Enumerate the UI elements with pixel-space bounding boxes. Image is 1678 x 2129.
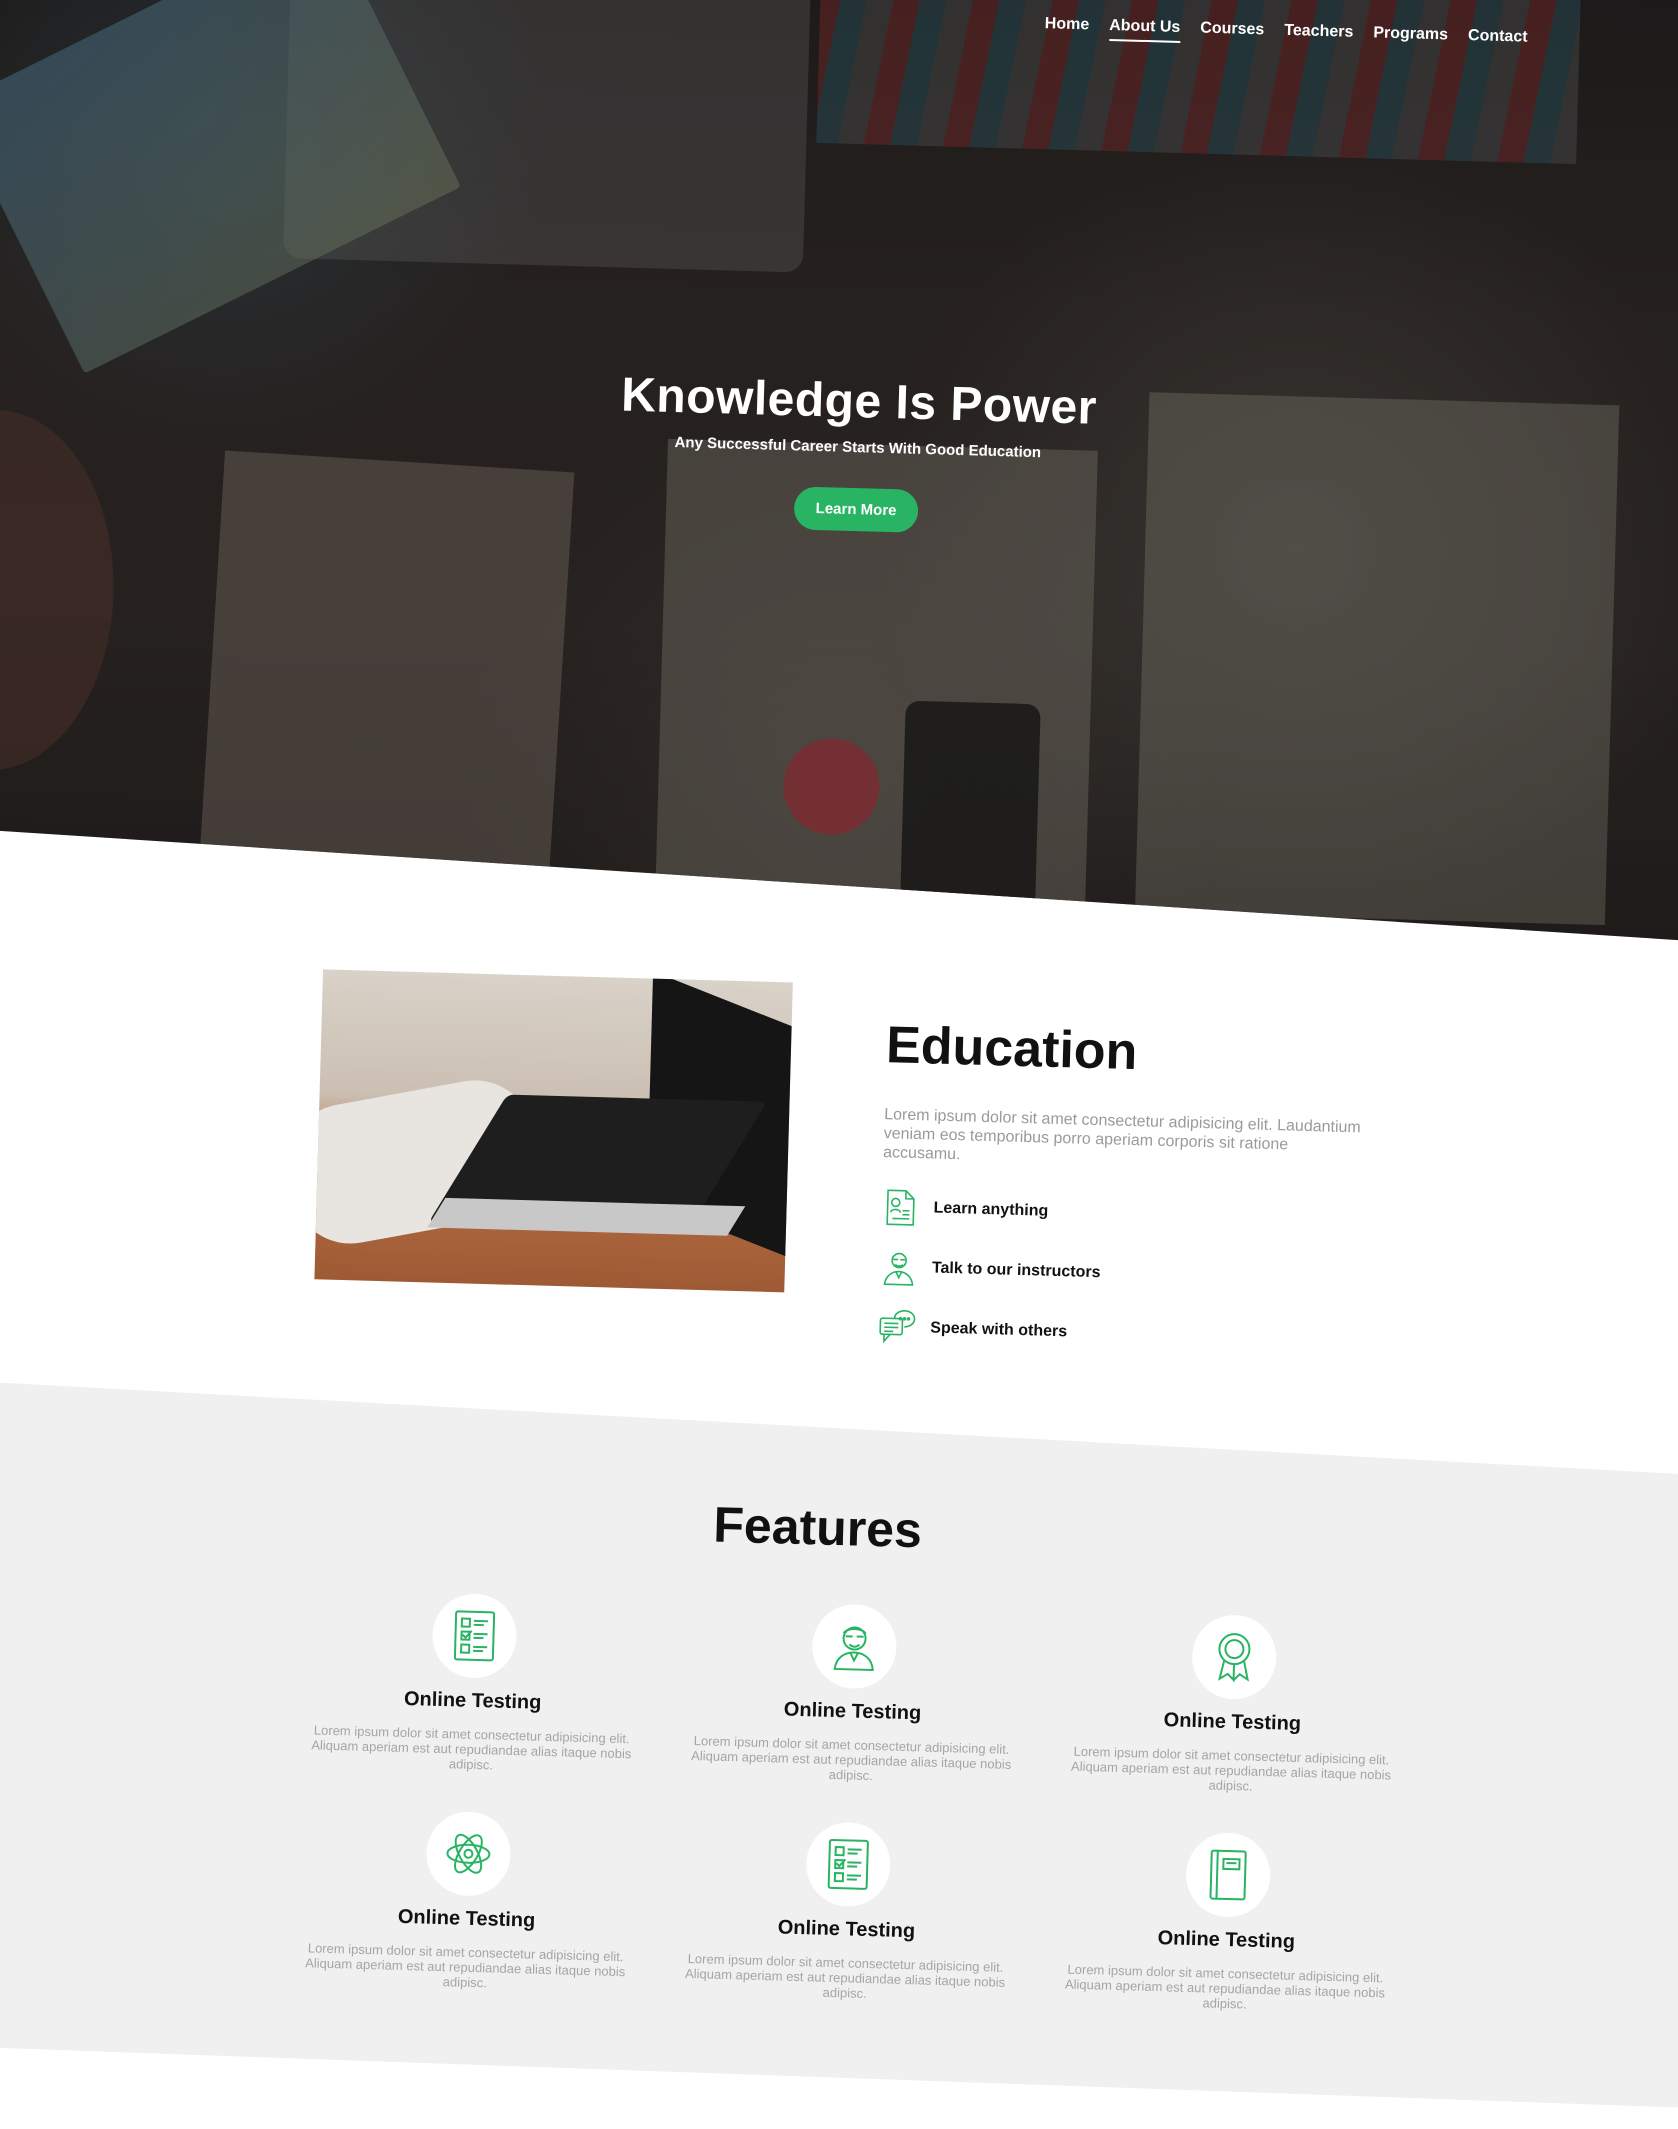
education-list: Learn anything Talk to our instructors S… — [878, 1188, 1362, 1359]
feature-icon-circle — [1185, 1832, 1271, 1918]
award-icon — [1210, 1630, 1257, 1683]
feature-description: Lorem ipsum dolor sit amet consectetur a… — [1070, 1743, 1392, 1794]
feature-description: Lorem ipsum dolor sit amet consectetur a… — [311, 1722, 632, 1773]
checklist-icon — [825, 1838, 872, 1891]
feature-card: Online Testing Lorem ipsum dolor sit ame… — [291, 1589, 656, 1777]
education-photo — [314, 969, 793, 1293]
feature-description: Lorem ipsum dolor sit amet consectetur a… — [305, 1940, 626, 1991]
checklist-icon — [451, 1609, 498, 1662]
nav-item-teachers[interactable]: Teachers — [1284, 22, 1354, 48]
resume-icon — [881, 1188, 920, 1227]
feature-title: Online Testing — [1157, 1927, 1296, 1953]
education-item-label: Talk to our instructors — [931, 1259, 1101, 1282]
feature-card: Online Testing Lorem ipsum dolor sit ame… — [285, 1807, 650, 1995]
hero-bg-phone — [899, 701, 1041, 945]
page: Home About Us Courses Teachers Programs … — [0, 0, 1677, 2129]
nav-item-about-us[interactable]: About Us — [1108, 16, 1181, 43]
features-section: Features Online Testing Lorem ipsum dolo… — [0, 1378, 1678, 2108]
feature-title: Online Testing — [1163, 1709, 1302, 1735]
instructor-icon — [879, 1248, 918, 1287]
nav-item-courses[interactable]: Courses — [1200, 20, 1264, 46]
education-item-label: Speak with others — [930, 1319, 1068, 1341]
nav-item-programs[interactable]: Programs — [1373, 24, 1448, 50]
feature-card: Online Testing Lorem ipsum dolor sit ame… — [671, 1599, 1036, 1787]
atom-icon — [443, 1828, 494, 1879]
education-item: Talk to our instructors — [879, 1248, 1360, 1299]
feature-title: Online Testing — [783, 1698, 922, 1725]
education-section: Education Lorem ipsum dolor sit amet con… — [0, 900, 1652, 1467]
feature-card: Online Testing Lorem ipsum dolor sit ame… — [665, 1817, 1030, 2005]
education-item: Speak with others — [878, 1308, 1359, 1359]
nav-item-contact[interactable]: Contact — [1468, 27, 1528, 53]
feature-icon-circle — [1191, 1614, 1277, 1700]
nav-item-home[interactable]: Home — [1044, 15, 1090, 40]
feature-description: Lorem ipsum dolor sit amet consectetur a… — [1064, 1961, 1386, 2012]
feature-title: Online Testing — [777, 1916, 916, 1943]
feature-icon-circle — [431, 1593, 517, 1679]
feature-icon-circle — [811, 1603, 897, 1689]
teacher-icon — [829, 1621, 880, 1672]
feature-description: Lorem ipsum dolor sit amet consectetur a… — [684, 1950, 1006, 2001]
learn-more-button[interactable]: Learn More — [793, 486, 920, 533]
feature-card: Online Testing Lorem ipsum dolor sit ame… — [1050, 1610, 1415, 1798]
hero-content: Knowledge Is Power Any Successful Career… — [506, 364, 1210, 540]
feature-title: Online Testing — [403, 1687, 542, 1714]
feature-icon-circle — [425, 1811, 511, 1897]
education-text: Education Lorem ipsum dolor sit amet con… — [877, 1015, 1367, 1381]
hero-bg-plate — [0, 407, 119, 774]
chat-icon — [878, 1308, 917, 1347]
feature-icon-circle — [805, 1821, 891, 1907]
feature-title: Online Testing — [397, 1905, 536, 1932]
education-item: Learn anything — [881, 1188, 1362, 1239]
feature-description: Lorem ipsum dolor sit amet consectetur a… — [690, 1733, 1012, 1784]
features-grid: Online Testing Lorem ipsum dolor sit ame… — [285, 1589, 1436, 2017]
feature-card: Online Testing Lorem ipsum dolor sit ame… — [1044, 1828, 1409, 2016]
viewport: Home About Us Courses Teachers Programs … — [0, 0, 1678, 2129]
features-title: Features — [712, 1496, 923, 1559]
hero-bg-magazine-right — [1135, 392, 1619, 925]
education-description: Lorem ipsum dolor sit amet consectetur a… — [882, 1106, 1361, 1164]
education-title: Education — [885, 1016, 1139, 1082]
hero-bg-booklet — [0, 0, 461, 374]
education-item-label: Learn anything — [933, 1199, 1049, 1220]
notebook-icon — [1204, 1848, 1251, 1901]
